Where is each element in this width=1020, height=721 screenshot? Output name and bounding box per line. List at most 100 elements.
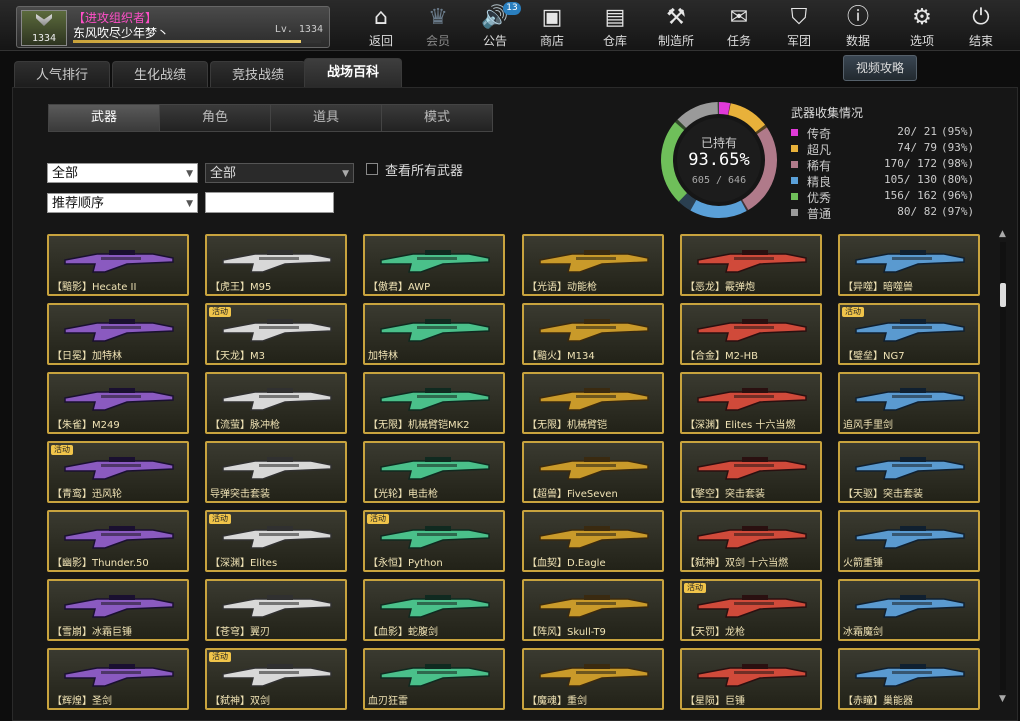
weapon-image	[222, 388, 332, 411]
weapon-card[interactable]: 加特林	[363, 303, 505, 365]
weapon-card[interactable]: 【血影】蛇腹剑	[363, 579, 505, 641]
weapon-card[interactable]: 【雪崩】冰霜巨锤	[47, 579, 189, 641]
tab-0[interactable]: 人气排行	[14, 61, 110, 88]
weapon-card[interactable]: 活动 【天龙】M3	[205, 303, 347, 365]
weapon-card[interactable]: 【黯影】Hecate II	[47, 234, 189, 296]
weapon-card[interactable]: 【血契】D.Eagle	[522, 510, 664, 572]
nav-button-10[interactable]: ⏻ 结束	[953, 2, 1009, 48]
weapon-name: 【黯火】M134	[527, 351, 595, 362]
weapon-card[interactable]: 【擎空】突击套装	[680, 441, 822, 503]
weapon-name: 【辉煌】圣剑	[52, 696, 112, 707]
weapon-card[interactable]: 活动 【青鸾】迅风轮	[47, 441, 189, 503]
nav-label: 数据	[845, 34, 870, 48]
weapon-name: 【苍穹】翼刃	[210, 627, 270, 638]
weapon-card[interactable]: 【超兽】FiveSeven	[522, 441, 664, 503]
weapon-card[interactable]: 活动 【深渊】Elites	[205, 510, 347, 572]
weapon-name: 血刃狂雷	[368, 696, 408, 707]
subtab-2[interactable]: 道具	[270, 104, 382, 132]
tab-1[interactable]: 生化战绩	[112, 61, 208, 88]
weapon-card[interactable]: 【幽影】Thunder.50	[47, 510, 189, 572]
task-icon: ✉	[729, 5, 749, 30]
weapon-card[interactable]: 【苍穹】翼刃	[205, 579, 347, 641]
weapon-card[interactable]: 【光语】动能枪	[522, 234, 664, 296]
weapon-image	[222, 250, 332, 273]
weapon-card[interactable]: 血刃狂雷	[363, 648, 505, 710]
collection-row: 超凡 74/ 79 (93%)	[791, 141, 981, 157]
show-all-weapons-checkbox[interactable]	[366, 163, 378, 175]
weapon-image	[855, 319, 965, 342]
nav-button-0[interactable]: ⌂ 返回	[353, 2, 409, 48]
weapon-card[interactable]: 活动 【永恒】Python	[363, 510, 505, 572]
weapon-card[interactable]: 【异噬】暗噬兽	[838, 234, 980, 296]
weapon-card[interactable]: 【弑神】双剑 十六当燃	[680, 510, 822, 572]
weapon-card[interactable]: 【赤瞳】巢能器	[838, 648, 980, 710]
nav-button-2[interactable]: 🔊 公告 13	[467, 2, 523, 48]
weapon-card[interactable]: 【合金】M2-HB	[680, 303, 822, 365]
weapon-card[interactable]: 【辉煌】圣剑	[47, 648, 189, 710]
nav-button-1[interactable]: ♛ 会员	[410, 2, 466, 48]
weapon-card[interactable]: 【星陨】巨锤	[680, 648, 822, 710]
rarity-percent: (98%)	[941, 157, 975, 170]
event-tag: 活动	[209, 514, 231, 524]
weapon-card[interactable]: 【傲君】AWP	[363, 234, 505, 296]
weapon-card[interactable]: 【无限】机械臂铠	[522, 372, 664, 434]
player-card[interactable]: 1334 【进攻组织者】 东风吹尽少年梦丶 Lv. 1334	[16, 6, 330, 48]
scrollbar-thumb[interactable]	[1000, 283, 1006, 307]
subcategory-select[interactable]: 全部 ▼	[205, 163, 354, 183]
tab-3[interactable]: 战场百科	[304, 58, 402, 89]
rarity-count: 80/ 82	[897, 205, 937, 218]
weapon-card[interactable]: 活动 【弑神】双剑	[205, 648, 347, 710]
power-icon: ⏻	[972, 5, 990, 30]
weapon-image	[380, 319, 490, 342]
weapon-name: 【幽影】Thunder.50	[52, 558, 149, 569]
weapon-card[interactable]: 冰霜魔剑	[838, 579, 980, 641]
category-select[interactable]: 全部 ▼	[47, 163, 198, 183]
weapon-card[interactable]: 【恶龙】霰弹炮	[680, 234, 822, 296]
nav-label: 任务	[726, 34, 751, 48]
weapon-card[interactable]: 【阵风】Skull-T9	[522, 579, 664, 641]
subtab-3[interactable]: 模式	[381, 104, 493, 132]
weapon-card[interactable]: 追风手里剑	[838, 372, 980, 434]
nav-button-4[interactable]: ▤ 仓库	[587, 2, 643, 48]
nav-button-8[interactable]: ⓘ 数据	[830, 2, 886, 48]
nav-button-5[interactable]: ⚒ 制造所	[648, 2, 704, 48]
video-guide-button[interactable]: 视频攻略	[843, 55, 917, 81]
weapon-card[interactable]: 【魔魂】重剑	[522, 648, 664, 710]
weapon-image	[64, 526, 174, 549]
weapon-card[interactable]: 导弹突击套装	[205, 441, 347, 503]
scroll-down-arrow-icon[interactable]: ▼	[999, 694, 1006, 704]
rarity-count: 170/ 172	[884, 157, 937, 170]
nav-button-9[interactable]: ⚙ 选项	[894, 2, 950, 48]
scroll-up-arrow-icon[interactable]: ▲	[999, 229, 1006, 239]
shield-icon: ⛉	[790, 5, 808, 30]
subtab-0[interactable]: 武器	[48, 104, 160, 132]
weapon-card[interactable]: 【黯火】M134	[522, 303, 664, 365]
nav-button-7[interactable]: ⛉ 军团	[771, 2, 827, 48]
weapon-card[interactable]: 【天驱】突击套装	[838, 441, 980, 503]
weapon-card[interactable]: 【日冕】加特林	[47, 303, 189, 365]
sort-select[interactable]: 推荐顺序 ▼	[47, 193, 198, 213]
weapon-name: 【赤瞳】巢能器	[843, 696, 913, 707]
weapon-card[interactable]: 活动 【天罚】龙枪	[680, 579, 822, 641]
scrollbar-track[interactable]	[1000, 242, 1006, 690]
weapon-card[interactable]: 【无限】机械臂铠MK2	[363, 372, 505, 434]
weapon-card[interactable]: 【朱雀】M249	[47, 372, 189, 434]
nav-label: 会员	[425, 34, 450, 48]
tab-2[interactable]: 竞技战绩	[210, 61, 306, 88]
weapon-card[interactable]: 【光轮】电击枪	[363, 441, 505, 503]
weapon-card[interactable]: 【流萤】脉冲枪	[205, 372, 347, 434]
subtab-1[interactable]: 角色	[159, 104, 271, 132]
weapon-card[interactable]: 【深渊】Elites 十六当燃	[680, 372, 822, 434]
weapon-card[interactable]: 【虎王】M95	[205, 234, 347, 296]
weapon-card[interactable]: 活动 【璧垒】NG7	[838, 303, 980, 365]
weapon-card[interactable]: 火箭重锤	[838, 510, 980, 572]
search-input[interactable]	[205, 192, 334, 213]
weapon-image	[697, 664, 807, 687]
nav-button-3[interactable]: ▣ 商店	[524, 2, 580, 48]
event-tag: 活动	[209, 307, 231, 317]
weapon-image	[380, 250, 490, 273]
show-all-weapons-label[interactable]: 查看所有武器	[385, 160, 463, 179]
rarity-swatch	[791, 161, 798, 168]
nav-label: 结束	[968, 34, 993, 48]
nav-button-6[interactable]: ✉ 任务	[711, 2, 767, 48]
